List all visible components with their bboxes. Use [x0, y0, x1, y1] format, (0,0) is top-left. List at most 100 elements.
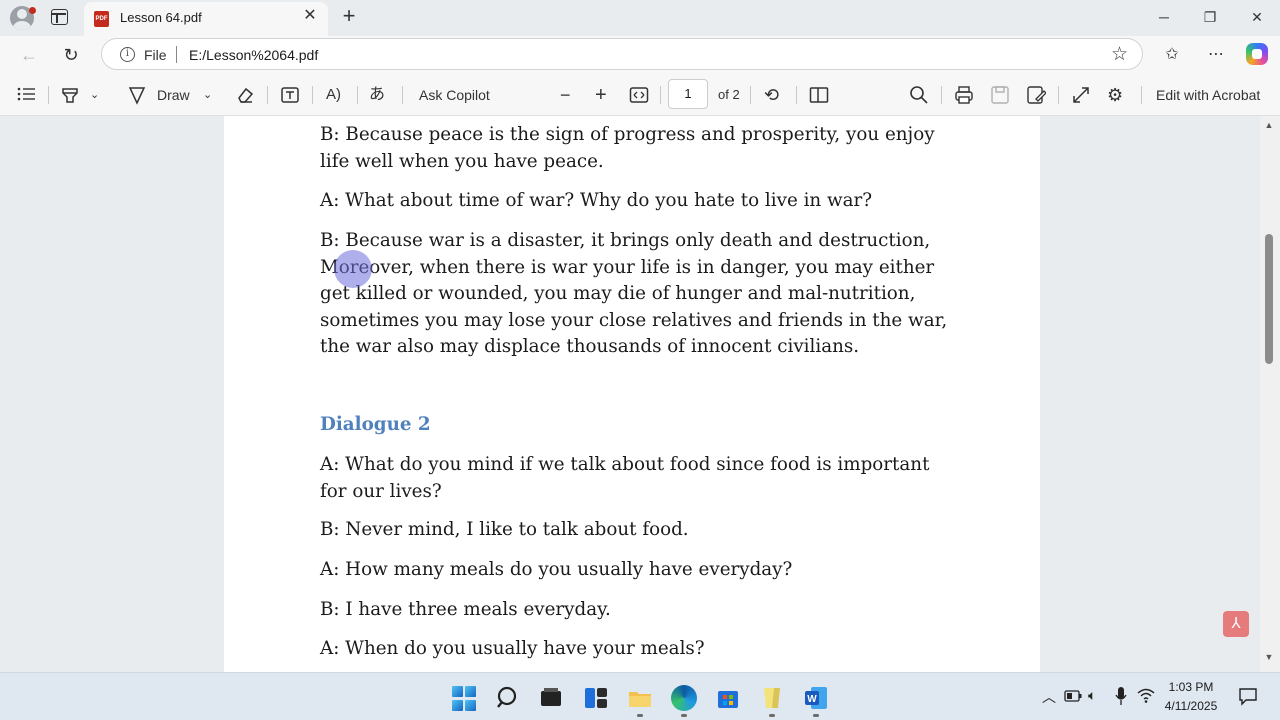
folder-icon[interactable] — [627, 685, 653, 711]
print-icon[interactable] — [954, 85, 974, 105]
settings-icon[interactable]: ⚙ — [1107, 85, 1123, 105]
scrollbar[interactable] — [1260, 116, 1280, 672]
dialogue-paragraph: B: Because peace is the sign of progress… — [320, 124, 935, 172]
address-divider — [176, 46, 177, 63]
navigation-bar: ← ↻ i File E:/Lesson%2064.pdf ☆ ✩ ⋯ — [0, 36, 1280, 74]
running-indicator — [813, 714, 819, 717]
taskbar: W ︿ 🔈︎ 1:03 PM 4/11/2025 — [0, 672, 1280, 720]
window-close-icon[interactable]: ✕ — [1247, 8, 1267, 26]
running-indicator — [681, 714, 687, 717]
pdf-viewer[interactable]: B: Because peace is the sign of progress… — [0, 116, 1280, 672]
chevron-down-icon[interactable]: ⌄ — [90, 85, 99, 105]
zoom-in-icon[interactable]: + — [595, 85, 607, 105]
toolbar-divider — [1058, 86, 1059, 104]
running-indicator — [637, 714, 643, 717]
taskbar-search-icon[interactable] — [496, 685, 522, 711]
highlight-icon[interactable] — [60, 85, 80, 105]
pdf-icon: PDF — [94, 11, 109, 27]
page-number-input[interactable]: 1 — [668, 79, 708, 109]
notification-icon[interactable] — [1238, 686, 1258, 706]
translate-icon[interactable]: あ — [369, 85, 385, 105]
tab-strip: PDF Lesson 64.pdf ✕ + ─ ❐ ✕ — [0, 0, 1280, 36]
edit-with-acrobat-button[interactable]: Edit with Acrobat — [1156, 85, 1260, 105]
network-icon[interactable] — [1137, 687, 1155, 703]
dialogue-paragraph: B: Never mind, I like to talk about food… — [320, 519, 689, 540]
dialogue-paragraph: B: I have three meals everyday. — [320, 599, 611, 620]
copilot-icon[interactable] — [1246, 43, 1268, 65]
favorites-icon[interactable]: ✩ — [1161, 44, 1183, 66]
address-scheme: File — [144, 47, 167, 63]
tab-active[interactable]: PDF Lesson 64.pdf ✕ — [84, 2, 328, 36]
toolbar-divider — [1141, 86, 1142, 104]
toolbar-divider — [267, 86, 268, 104]
toolbar-divider — [796, 86, 797, 104]
pdf-page: B: Because peace is the sign of progress… — [224, 116, 1040, 672]
tab-actions-icon[interactable] — [51, 9, 68, 25]
zoom-out-icon[interactable]: − — [560, 85, 571, 105]
chevron-down-icon[interactable]: ⌄ — [203, 85, 212, 105]
scroll-up-icon[interactable]: ▲ — [1263, 120, 1275, 130]
scrollbar-thumb[interactable] — [1265, 234, 1273, 364]
address-url[interactable]: E:/Lesson%2064.pdf — [189, 47, 318, 63]
section-heading: Dialogue 2 — [320, 414, 431, 435]
dialogue-paragraph: A: What do you mind if we talk about foo… — [320, 454, 930, 502]
contents-icon[interactable] — [17, 86, 37, 102]
draw-icon[interactable] — [127, 85, 147, 105]
search-icon[interactable] — [909, 85, 929, 105]
svg-text:W: W — [807, 694, 817, 705]
dialogue-paragraph: A: When do you usually have your meals? — [320, 638, 705, 659]
toolbar-divider — [402, 86, 403, 104]
page-count: of 2 — [718, 87, 740, 102]
volume-icon[interactable]: 🔈︎ — [1088, 687, 1096, 704]
save-as-icon[interactable] — [1026, 85, 1046, 105]
fit-page-icon[interactable] — [629, 86, 649, 104]
start-icon[interactable] — [452, 686, 478, 712]
tab-title: Lesson 64.pdf — [120, 10, 202, 25]
battery-icon[interactable] — [1064, 690, 1082, 702]
fullscreen-icon[interactable] — [1071, 85, 1091, 105]
refresh-icon[interactable]: ↻ — [60, 44, 82, 66]
back-icon[interactable]: ← — [18, 44, 40, 66]
toolbar-divider — [357, 86, 358, 104]
new-tab-icon[interactable]: + — [338, 4, 360, 28]
eraser-icon[interactable] — [235, 85, 255, 105]
clock-date: 4/11/2025 — [1164, 699, 1218, 713]
rotate-icon[interactable]: ⟲ — [764, 85, 779, 105]
toolbar-divider — [750, 86, 751, 104]
edge-icon[interactable] — [671, 685, 697, 711]
cursor-highlight — [334, 250, 372, 288]
scroll-down-icon[interactable]: ▼ — [1263, 652, 1275, 662]
dialogue-paragraph: B: Because war is a disaster, it brings … — [320, 230, 948, 357]
dialogue-paragraph: A: What about time of war? Why do you ha… — [320, 190, 873, 211]
system-clock[interactable]: 1:03 PM 4/11/2025 — [1160, 678, 1222, 716]
more-icon[interactable]: ⋯ — [1205, 44, 1227, 66]
toolbar-divider — [660, 86, 661, 104]
favorite-star-icon[interactable]: ☆ — [1111, 43, 1128, 66]
acrobat-icon[interactable]: ⅄ — [1223, 611, 1249, 637]
text-icon[interactable] — [280, 85, 300, 105]
clock-time: 1:03 PM — [1168, 680, 1214, 694]
page-view-icon[interactable] — [809, 86, 829, 104]
notes-icon[interactable] — [759, 685, 785, 711]
toolbar-divider — [312, 86, 313, 104]
toolbar-divider — [941, 86, 942, 104]
close-icon[interactable]: ✕ — [302, 8, 318, 24]
chevron-up-icon[interactable]: ︿ — [1042, 687, 1056, 707]
ask-copilot-button[interactable]: Ask Copilot — [419, 85, 490, 105]
info-icon[interactable]: i — [120, 47, 135, 62]
widgets-icon[interactable] — [583, 685, 609, 711]
save-icon[interactable] — [990, 85, 1010, 105]
word-icon[interactable]: W — [803, 685, 829, 711]
file-explorer-icon[interactable] — [538, 685, 564, 711]
minimize-icon[interactable]: ─ — [1154, 8, 1174, 26]
address-bar[interactable]: i File E:/Lesson%2064.pdf ☆ — [101, 38, 1143, 70]
profile-notification-dot — [29, 7, 36, 14]
dialogue-paragraph: A: How many meals do you usually have ev… — [320, 559, 793, 580]
store-icon[interactable] — [715, 685, 741, 711]
pdf-toolbar: ⌄ Draw ⌄ A︎) あ Ask Copilot − + 1 of 2 ⟲ — [0, 74, 1280, 116]
draw-label[interactable]: Draw — [157, 85, 190, 105]
read-aloud-icon[interactable]: A︎) — [326, 85, 341, 105]
restore-icon[interactable]: ❐ — [1200, 8, 1220, 26]
toolbar-divider — [48, 86, 49, 104]
microphone-icon[interactable] — [1114, 686, 1128, 706]
